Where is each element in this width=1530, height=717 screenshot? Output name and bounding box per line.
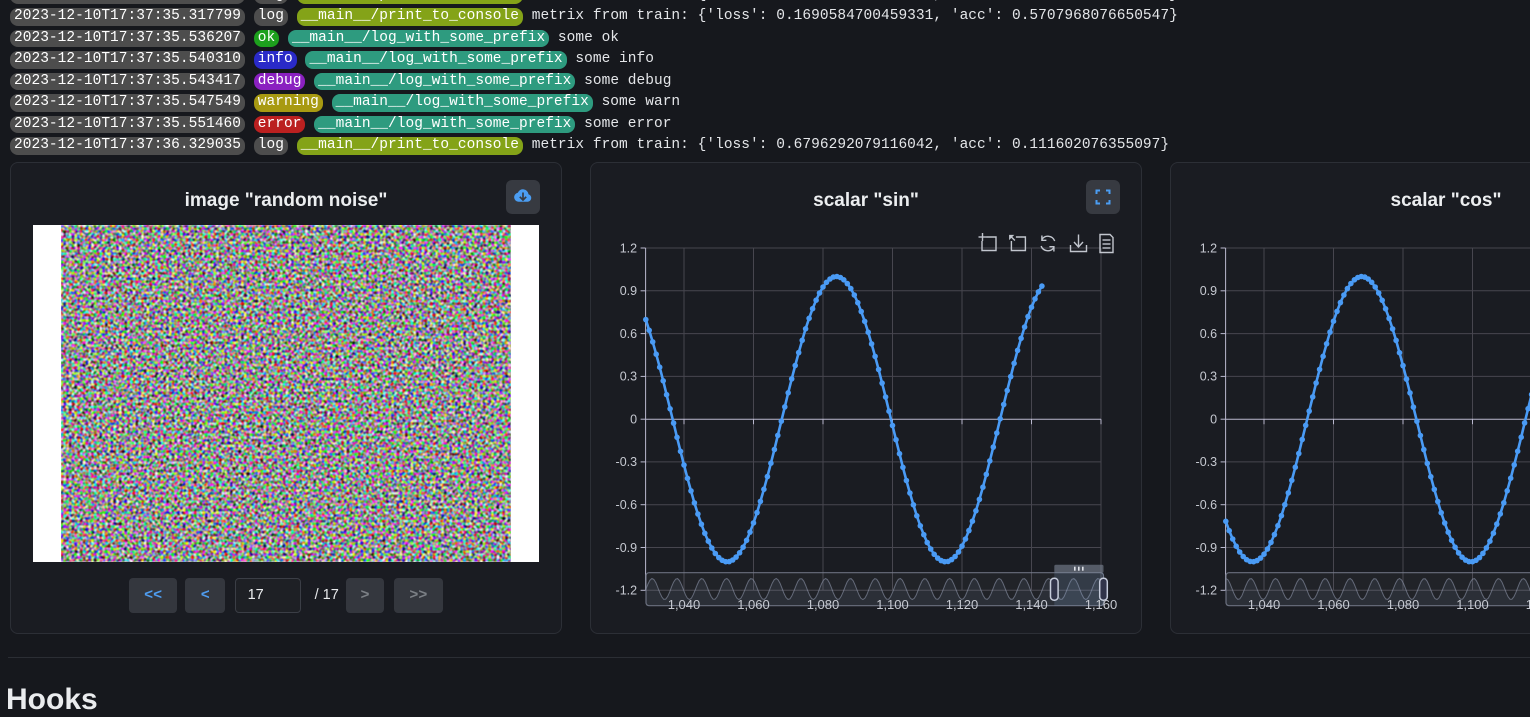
svg-text:-0.6: -0.6	[1196, 498, 1218, 512]
svg-text:0: 0	[630, 413, 637, 427]
svg-text:-0.6: -0.6	[616, 498, 638, 512]
svg-text:-1.2: -1.2	[616, 584, 638, 598]
svg-text:1,040: 1,040	[1248, 597, 1281, 612]
svg-text:1,080: 1,080	[807, 597, 840, 612]
svg-text:-0.3: -0.3	[1196, 455, 1218, 469]
svg-text:0.9: 0.9	[620, 284, 637, 298]
svg-text:0.6: 0.6	[1200, 327, 1217, 341]
svg-text:1,040: 1,040	[668, 597, 701, 612]
svg-text:1,120: 1,120	[1526, 597, 1530, 612]
svg-text:1,060: 1,060	[1317, 597, 1350, 612]
svg-text:-0.9: -0.9	[616, 541, 638, 555]
svg-text:0.9: 0.9	[1200, 284, 1217, 298]
svg-text:0.3: 0.3	[1200, 370, 1217, 384]
svg-text:1,080: 1,080	[1387, 597, 1420, 612]
svg-text:1,120: 1,120	[946, 597, 979, 612]
svg-text:0.6: 0.6	[620, 327, 637, 341]
svg-text:0: 0	[1210, 413, 1217, 427]
svg-text:1,100: 1,100	[1456, 597, 1489, 612]
svg-text:-1.2: -1.2	[1196, 584, 1218, 598]
svg-text:1.2: 1.2	[620, 241, 637, 255]
svg-text:1,060: 1,060	[737, 597, 770, 612]
svg-text:-0.9: -0.9	[1196, 541, 1218, 555]
svg-text:1,140: 1,140	[1015, 597, 1048, 612]
svg-text:-0.3: -0.3	[616, 455, 638, 469]
svg-text:1.2: 1.2	[1200, 241, 1217, 255]
svg-text:1,160: 1,160	[1085, 597, 1118, 612]
svg-text:1,100: 1,100	[876, 597, 909, 612]
svg-text:0.3: 0.3	[620, 370, 637, 384]
